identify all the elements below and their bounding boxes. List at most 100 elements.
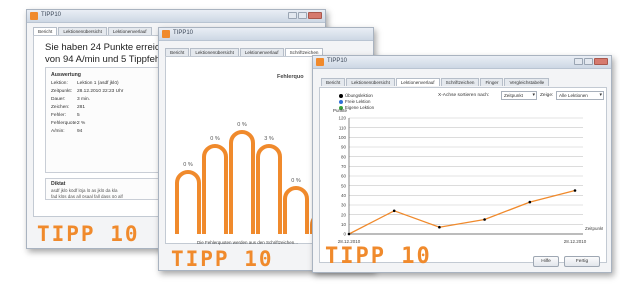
y-tick-label: 110 xyxy=(339,125,347,130)
tipp10-logo: TIPP 10 xyxy=(325,244,432,269)
summary-value: Lektion 1 (asdf jklö) xyxy=(77,81,119,86)
y-tick-label: 80 xyxy=(341,154,347,159)
legend-dot-icon xyxy=(339,99,343,104)
window-title: TIPP10 xyxy=(173,30,194,36)
chart-footnote: Die Fehlerquoten werden aus den Schriftz… xyxy=(197,240,299,245)
done-button[interactable]: Fertig xyxy=(564,256,600,267)
summary-value: 2 % xyxy=(77,121,86,126)
y-tick-label: 60 xyxy=(341,174,347,179)
close-icon[interactable] xyxy=(308,12,322,19)
tab-report[interactable]: Bericht xyxy=(165,48,190,56)
summary-key: Dauer: xyxy=(51,97,66,102)
tab-lesson-overview[interactable]: Lektionenübersicht xyxy=(58,27,107,35)
help-button[interactable]: Hilfe xyxy=(533,256,559,267)
data-point xyxy=(392,209,396,213)
data-point xyxy=(573,189,577,192)
y-tick-label: 40 xyxy=(341,193,347,198)
app-icon xyxy=(316,58,324,66)
legend-label: Übungslektion xyxy=(345,93,373,98)
data-point xyxy=(438,225,441,229)
chart-bar xyxy=(256,144,282,234)
result-headline: Sie haben 24 Punkte erreic von 94 A/min … xyxy=(45,42,160,66)
dictation-title: Diktat xyxy=(51,181,66,187)
x-axis-label: Zeitpunkt xyxy=(585,226,603,231)
chart-bar xyxy=(283,186,309,234)
title-bar: TIPP10 xyxy=(27,10,325,23)
lesson-progress-window: TIPP10 Bericht Lektionenübersicht Lektio… xyxy=(312,55,612,273)
summary-row: Zeichen: 281 xyxy=(51,105,85,110)
bar-value-label: 0 % xyxy=(183,162,193,168)
tab-comparison-table[interactable]: Vergleichstabelle xyxy=(504,78,550,86)
summary-key: Zeichen: xyxy=(51,105,70,110)
y-tick-label: 30 xyxy=(341,203,347,208)
y-tick-label: 0 xyxy=(343,232,346,237)
chevron-down-icon: ▾ xyxy=(532,92,535,98)
summary-value: 5 xyxy=(77,113,80,118)
app-icon xyxy=(30,12,38,20)
chart-bar xyxy=(229,130,255,234)
y-tick-label: 120 xyxy=(338,116,346,121)
title-bar: TIPP10 xyxy=(313,56,611,69)
tab-lesson-overview[interactable]: Lektionenübersicht xyxy=(346,78,395,86)
tab-lesson-progress[interactable]: Lektionenverlauf xyxy=(395,78,440,86)
x-tick-label: 28.12.2010 xyxy=(564,239,587,244)
summary-row: A/min: 94 xyxy=(51,129,82,134)
chevron-down-icon: ▾ xyxy=(599,92,602,98)
tab-lesson-overview[interactable]: Lektionenübersicht xyxy=(190,48,239,56)
summary-key: Fehler: xyxy=(51,113,66,118)
maximize-icon[interactable] xyxy=(584,58,593,65)
summary-row: Zeitpunkt: 28.12.2010 22:23 Uhr xyxy=(51,89,123,94)
summary-value: 3 min. xyxy=(77,97,91,102)
sort-select[interactable]: Zeitpunkt ▾ xyxy=(501,91,537,100)
points-line-chart: 0 10 20 30 40 50 60 70 80 90 100 110 120 Zeitpunkt 28.… xyxy=(338,116,603,244)
summary-row: Fehlerquote:2 % xyxy=(51,121,85,126)
tab-report[interactable]: Bericht xyxy=(33,27,58,35)
window-title: TIPP10 xyxy=(327,58,348,64)
tab-bar: Bericht Lektionenübersicht Lektionenverl… xyxy=(33,27,152,35)
tipp10-logo: TIPP 10 xyxy=(171,247,274,271)
summary-key: Lektion: xyxy=(51,81,68,86)
headline-line: von 94 A/min und 5 Tippfeh xyxy=(45,54,161,65)
bar-value-label: 0 % xyxy=(291,178,301,184)
tab-bar: Bericht Lektionenübersicht Lektionenverl… xyxy=(165,48,324,56)
minimize-icon[interactable] xyxy=(288,12,297,19)
tab-lesson-progress[interactable]: Lektionenverlauf xyxy=(239,48,284,56)
maximize-icon[interactable] xyxy=(298,12,307,19)
dictation-line: asdf jklö ködf löja lö as jklö da kla xyxy=(51,188,118,193)
summary-row: Fehler: 5 xyxy=(51,113,80,118)
summary-row: Dauer: 3 min. xyxy=(51,97,90,102)
summary-value: 28.12.2010 22:23 Uhr xyxy=(77,89,124,94)
tab-characters[interactable]: Schriftzeichen xyxy=(440,78,480,86)
tipp10-logo: TIPP 10 xyxy=(37,222,140,246)
lesson-filter-select[interactable]: Alle Lektionen ▾ xyxy=(556,91,604,100)
minimize-icon[interactable] xyxy=(574,58,583,65)
close-icon[interactable] xyxy=(594,58,608,65)
data-point xyxy=(528,200,532,204)
legend-label: Eigene Lektion xyxy=(345,105,375,110)
title-bar: TIPP10 xyxy=(159,28,373,41)
y-tick-label: 50 xyxy=(341,183,347,188)
summary-value: 281 xyxy=(77,105,86,110)
tab-lesson-progress[interactable]: Lektionenverlauf xyxy=(107,27,152,35)
y-tick-label: 10 xyxy=(341,222,347,227)
chart-title: Fehlerquo xyxy=(277,74,304,80)
chart-bar xyxy=(175,170,201,234)
chart-bar xyxy=(202,144,228,234)
tab-report[interactable]: Bericht xyxy=(321,78,346,86)
legend-label: Freie Lektion xyxy=(345,99,371,104)
legend-dot-icon xyxy=(339,93,343,98)
sort-select-value: Zeitpunkt xyxy=(504,93,523,98)
window-title: TIPP10 xyxy=(41,12,62,18)
data-point xyxy=(347,232,351,236)
summary-value: 94 xyxy=(77,129,83,134)
summary-key: Zeitpunkt: xyxy=(51,89,73,94)
tab-bar: Bericht Lektionenübersicht Lektionenverl… xyxy=(321,78,550,86)
bar-value-label: 0 % xyxy=(210,136,220,142)
lesson-filter-value: Alle Lektionen xyxy=(559,93,588,98)
summary-row: Lektion: Lektion 1 (asdf jklö) xyxy=(51,81,119,86)
tab-fingers[interactable]: Finger xyxy=(480,78,504,86)
y-tick-label: 70 xyxy=(341,164,347,169)
bar-value-label: 0 % xyxy=(237,122,247,128)
app-icon xyxy=(162,30,170,38)
data-point xyxy=(483,218,486,221)
